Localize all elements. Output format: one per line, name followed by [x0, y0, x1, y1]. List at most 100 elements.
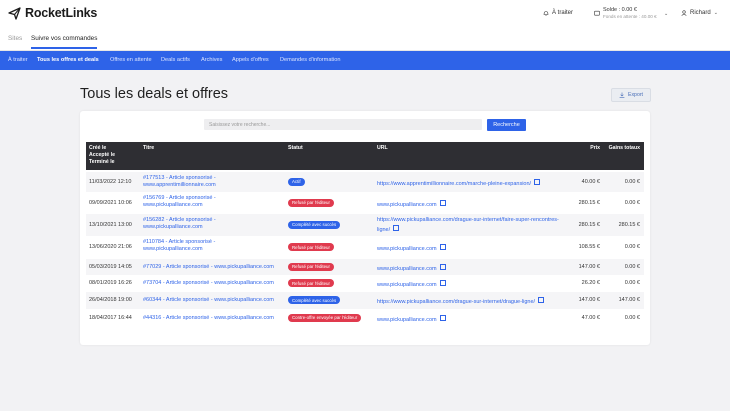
row-url-link[interactable]: www.pickupalliance.com	[377, 280, 446, 290]
row-url-link[interactable]: www.pickupalliance.com	[377, 199, 446, 210]
external-link-icon[interactable]	[393, 224, 400, 231]
brand-logo[interactable]: RocketLinks	[8, 6, 97, 20]
external-link-icon[interactable]	[439, 263, 446, 270]
row-title-line1: #156282 - Article sponsorisé -	[143, 217, 216, 223]
chevron-down-icon: ⌄	[664, 11, 669, 17]
header-status[interactable]: Statut	[288, 145, 303, 151]
row-date: 13/06/2020 21:06	[89, 244, 132, 250]
nav-demandes-information[interactable]: Demandes d'information	[280, 57, 340, 63]
status-badge: Refusé par l'éditeur	[288, 262, 334, 271]
row-url-line1: www.pickupalliance.com	[377, 316, 437, 323]
row-title-line1: #110784 - Article sponsorisé -	[143, 239, 216, 245]
brand-name: RocketLinks	[25, 6, 98, 20]
row-title-line1: #73704 - Article sponsorisé - www.pickup…	[143, 280, 274, 286]
external-link-icon[interactable]	[439, 244, 446, 250]
row-title-line2: www.pickupalliance.com	[143, 246, 203, 252]
row-date: 09/09/2021 10:06	[89, 199, 132, 206]
table-row: 18/04/2017 16:44 #44316 - Article sponsor…	[86, 309, 644, 327]
header-accepted: Accepté le	[89, 152, 115, 158]
row-url-line1: www.pickupalliance.com	[377, 282, 437, 288]
row-date: 05/03/2019 14:05	[89, 263, 132, 270]
external-link-icon[interactable]	[439, 280, 446, 286]
table-row: 11/03/2022 12:10 #177513 - Article sponso…	[86, 172, 644, 192]
status-badge: Complété avec succès	[288, 296, 341, 305]
download-icon	[619, 92, 625, 98]
status-badge: Refusé par l'éditeur	[288, 243, 334, 252]
sub-navigation: Sites Suivre vos commandes	[0, 30, 730, 51]
row-title-link[interactable]: #73704 - Article sponsorisé - www.pickup…	[143, 280, 274, 287]
row-prix: 147.00 €	[578, 297, 600, 303]
a-traiter-link[interactable]: À traiter	[543, 10, 573, 16]
status-badge: Complété avec succès	[288, 220, 341, 229]
balance-dropdown[interactable]: Solde : 0.00 € Fonds en attente : 40.00 …	[603, 7, 657, 19]
row-url-line1: www.pickupalliance.com	[377, 246, 437, 252]
user-menu[interactable]: Richard ⌄	[681, 10, 718, 16]
row-title-line1: #156769 - Article sponsorisé -	[143, 195, 216, 201]
nav-tous-offres-deals[interactable]: Tous les offres et deals	[37, 57, 99, 63]
row-gains: 0.00 €	[624, 263, 640, 270]
table-row: 13/06/2020 21:06 #110784 - Article sponso…	[86, 236, 644, 259]
row-title-link[interactable]: #110784 - Article sponsorisé - www.pickup…	[143, 239, 215, 253]
external-link-icon[interactable]	[534, 178, 541, 185]
row-title-link[interactable]: #156769 - Article sponsorisé - www.pickup…	[143, 195, 216, 209]
nav-appels-offres[interactable]: Appels d'offres	[232, 57, 269, 63]
row-url-link[interactable]: https://www.pickupalliance.com/drague-su…	[377, 217, 559, 234]
row-url-line1: https://www.pickupalliance.com/drague-su…	[377, 217, 559, 223]
row-date: 08/01/2019 16:26	[89, 280, 132, 286]
row-gains: 0.00 €	[624, 199, 640, 206]
table-row: 08/01/2019 16:26 #73704 - Article sponsor…	[86, 275, 644, 292]
pending-funds: Fonds en attente : 40.00 €	[603, 14, 657, 19]
row-url-link[interactable]: https://www.pickupalliance.com/drague-su…	[377, 297, 545, 307]
row-url-line1: https://www.pickupalliance.com/drague-su…	[377, 299, 536, 305]
row-title-line1: #77029 - Article sponsorisé - www.pickup…	[143, 263, 274, 270]
row-url-link[interactable]: https://www.apprentimillionnaire.com/mar…	[377, 178, 541, 189]
row-url-line1: https://www.apprentimillionnaire.com/mar…	[377, 180, 532, 187]
row-prix: 47.00 €	[581, 314, 600, 321]
row-prix: 108.55 €	[578, 244, 600, 250]
row-title-link[interactable]: #156282 - Article sponsorisé - www.pickup…	[143, 217, 216, 231]
row-title-link[interactable]: #177513 - Article sponsorisé - www.appren…	[143, 175, 216, 189]
tab-sites[interactable]: Sites	[8, 35, 22, 42]
header-prix[interactable]: Prix	[590, 145, 600, 151]
nav-deals-actifs[interactable]: Deals actifs	[161, 57, 190, 63]
header-gains[interactable]: Gains totaux	[609, 145, 640, 151]
external-link-icon[interactable]	[439, 314, 446, 321]
header-dates[interactable]: Créé le Accepté le Terminé le	[89, 145, 115, 166]
row-url-link[interactable]: www.pickupalliance.com	[377, 314, 446, 325]
external-link-icon[interactable]	[439, 199, 446, 206]
row-date: 11/03/2022 12:10	[89, 178, 132, 185]
row-date: 13/10/2021 13:00	[89, 221, 132, 228]
header-url[interactable]: URL	[377, 145, 388, 151]
row-url-link[interactable]: www.pickupalliance.com	[377, 263, 446, 274]
header-created: Créé le	[89, 145, 107, 151]
page-title: Tous les deals et offres	[80, 86, 229, 102]
row-gains: 0.00 €	[624, 280, 640, 286]
user-icon	[681, 10, 687, 16]
header-title[interactable]: Titre	[143, 145, 154, 151]
row-title-link[interactable]: #44316 - Article sponsorisé - www.pickup…	[143, 315, 274, 322]
a-traiter-label: À traiter	[552, 10, 574, 16]
table-header: Créé le Accepté le Terminé le Titre Stat…	[86, 142, 644, 170]
row-title-line1: #60344 - Article sponsorisé - www.pickup…	[143, 297, 274, 303]
orders-navigation: À traiter Tous les offres et deals Offre…	[0, 51, 730, 70]
nav-offres-attente[interactable]: Offres en attente	[110, 57, 152, 63]
row-url-line1: www.pickupalliance.com	[377, 201, 437, 208]
export-button[interactable]: Export	[611, 88, 651, 102]
row-title-line2: www.apprentimillionnaire.com	[143, 182, 216, 188]
chevron-down-icon: ⌄	[713, 10, 718, 16]
external-link-icon[interactable]	[538, 297, 545, 303]
row-prix: 280.15 €	[578, 221, 600, 228]
status-badge: Refusé par l'éditeur	[288, 198, 334, 207]
search-input[interactable]	[204, 119, 482, 130]
row-title-link[interactable]: #77029 - Article sponsorisé - www.pickup…	[143, 264, 274, 271]
nav-archives[interactable]: Archives	[201, 57, 222, 63]
row-url-link[interactable]: www.pickupalliance.com	[377, 244, 446, 254]
nav-a-traiter[interactable]: À traiter	[8, 57, 28, 63]
row-prix: 40.00 €	[581, 178, 600, 185]
paper-plane-icon	[8, 6, 21, 20]
search-button[interactable]: Recherche	[487, 119, 526, 131]
row-title-link[interactable]: #60344 - Article sponsorisé - www.pickup…	[143, 297, 274, 304]
user-name: Richard	[690, 10, 711, 16]
tab-suivre-commandes[interactable]: Suivre vos commandes	[31, 35, 98, 49]
export-label: Export	[628, 92, 643, 98]
